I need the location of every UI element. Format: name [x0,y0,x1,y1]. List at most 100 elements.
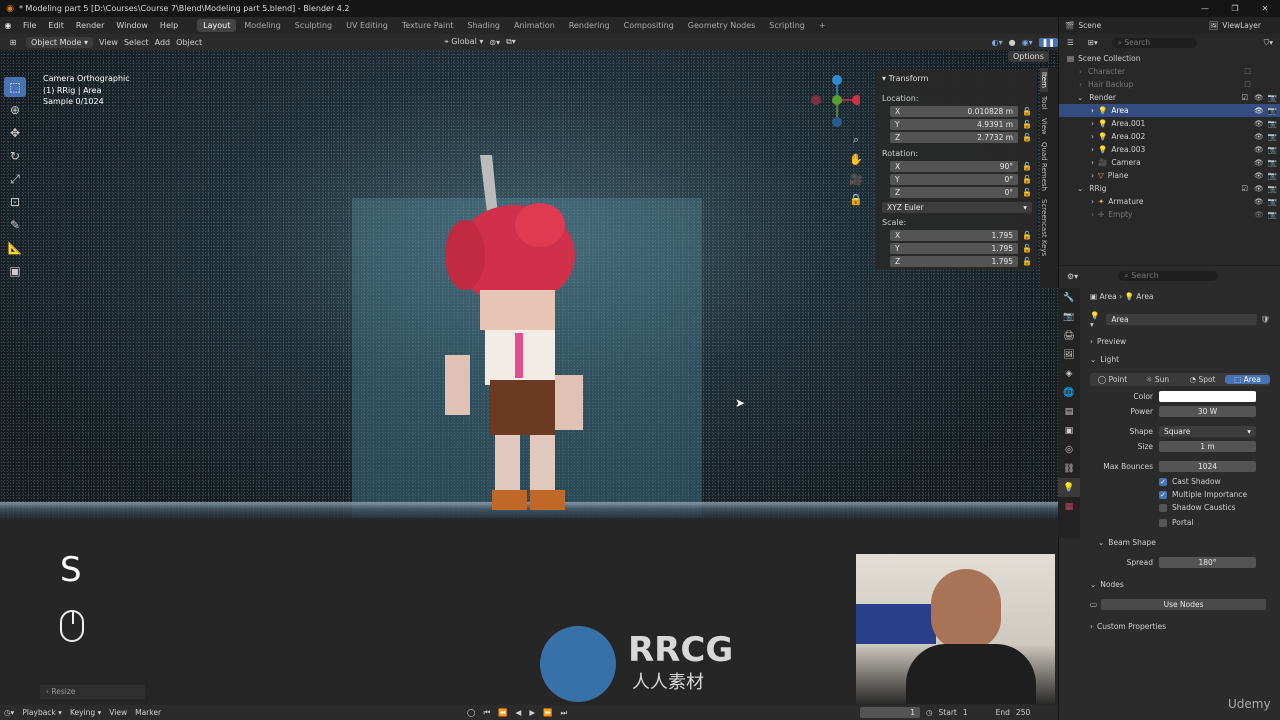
prev-key-icon[interactable]: ⏪ [498,708,507,717]
datablock-field[interactable]: Area [1106,314,1258,325]
camera-icon[interactable]: 📷 [1268,93,1277,102]
measure-tool-icon[interactable]: 📐 [4,238,26,258]
pan-hand-icon[interactable]: ✋ [848,150,864,170]
lock-icon[interactable]: 🔓 [1022,244,1032,253]
lock-icon[interactable]: 🔓 [1022,107,1032,116]
lock-icon[interactable]: 🔓 [1022,188,1032,197]
shading-solid-icon[interactable]: ● [1009,38,1016,47]
lock-icon[interactable]: 🔓 [1022,257,1032,266]
camera-view-icon[interactable]: 🎥 [848,170,864,190]
eye-icon[interactable]: 👁 [1254,93,1264,102]
checkbox-icon[interactable]: ☑ [1241,184,1248,193]
eye-icon[interactable]: 👁 [1254,210,1264,219]
output-tab-icon[interactable]: 🖨 [1058,326,1080,345]
checkbox-icon[interactable]: ✓ [1159,490,1167,499]
tab-sculpting[interactable]: Sculpting [289,19,338,32]
render-tab-icon[interactable]: 📷 [1058,307,1080,326]
menu-edit[interactable]: Edit [43,21,69,30]
rotation-x-field[interactable]: X 90° [890,160,1019,172]
jump-end-icon[interactable]: ⏭ [560,708,567,718]
preview-panel[interactable]: › Preview [1090,335,1270,348]
light-panel[interactable]: ⌄ Light [1090,353,1270,366]
spread-field[interactable]: 180° [1159,557,1256,568]
eye-icon[interactable]: 👁 [1254,171,1264,180]
shading-rendered-icon[interactable]: ◉▾ [1022,38,1033,47]
lock-icon[interactable]: 🔓 [1022,231,1032,240]
beam-shape-panel[interactable]: ⌄ Beam Shape [1098,536,1278,549]
orientation-select[interactable]: ⌖ Global ▾ [444,37,483,47]
outliner-editor-icon[interactable]: ☰ [1067,38,1074,47]
clock-icon[interactable]: ◷▾ [4,708,14,717]
light-type-sun[interactable]: ☼ Sun [1135,375,1180,384]
outliner-row[interactable]: › ▽ Plane 👁 📷 [1059,169,1280,182]
outliner-row[interactable]: ⌄ Render ☑ 👁 📷 [1059,91,1280,104]
eye-icon[interactable]: 👁 [1254,106,1264,115]
outliner-search-input[interactable]: ⌕ Search [1111,37,1197,48]
camera-icon[interactable]: 📷 [1268,119,1277,128]
eye-icon[interactable]: 👁 [1254,158,1264,167]
add-cube-tool-icon[interactable]: ▣ [4,261,26,281]
start-field[interactable]: 1 [963,708,968,717]
neg-x-axis-icon[interactable] [811,95,821,105]
camera-icon[interactable]: 📷 [1268,197,1277,206]
camera-icon[interactable]: 📷 [1268,184,1277,193]
rotation-y-field[interactable]: Y 0° [890,173,1019,185]
camera-icon[interactable]: 📷 [1268,210,1277,219]
lock-icon[interactable]: 🔓 [1022,120,1032,129]
power-field[interactable]: 30 W [1159,406,1256,417]
tab-shading[interactable]: Shading [461,19,506,32]
outliner-row[interactable]: › ✛ Empty 👁 📷 [1059,208,1280,221]
minimize-button[interactable]: — [1190,4,1220,13]
physics-tab-icon[interactable]: ◎ [1058,440,1080,459]
camera-icon[interactable]: 📷 [1268,132,1277,141]
light-type-area[interactable]: ⬚ Area [1225,375,1270,384]
world-tab-icon[interactable]: 🌐 [1058,383,1080,402]
tab-animation[interactable]: Animation [508,19,561,32]
add-menu[interactable]: Add [155,38,171,47]
tab-compositing[interactable]: Compositing [618,19,680,32]
eye-icon[interactable]: 👁 [1254,145,1264,154]
portal-row[interactable]: Portal [1159,516,1280,529]
view-layer-tab-icon[interactable]: 🖼 [1058,345,1080,364]
maximize-button[interactable]: ❐ [1220,4,1250,13]
transform-header[interactable]: ▾ Transform [882,72,1032,84]
playback-menu[interactable]: Playback ▾ [22,708,62,717]
texture-tab-icon[interactable]: ▦ [1058,497,1080,516]
menu-render[interactable]: Render [71,21,109,30]
pivot-icon[interactable]: ⊚▾ [489,38,500,47]
last-operator-panel[interactable]: › Resize [40,685,145,699]
filter-icon[interactable]: ⛉▾ [1264,38,1273,48]
color-swatch[interactable] [1159,391,1256,402]
view-layer-select[interactable]: ViewLayer [1222,21,1261,30]
lock-icon[interactable]: 🔓 [1022,133,1032,142]
add-workspace-button[interactable]: + [813,19,832,32]
overlay-icon[interactable]: ◐▾ [992,38,1003,47]
outliner-row[interactable]: › ✦ Armature 👁 📷 [1059,195,1280,208]
size-field[interactable]: 1 m [1159,441,1256,452]
pause-icon[interactable]: ❚❚ [1038,37,1058,47]
cursor-tool-icon[interactable]: ⊕ [4,100,26,120]
x-axis-icon[interactable] [852,95,860,105]
tab-uv-editing[interactable]: UV Editing [340,19,394,32]
cast-shadow-row[interactable]: ✓ Cast Shadow [1159,475,1280,488]
properties-editor-icon[interactable]: ⚙▾ [1067,272,1078,281]
outliner-row[interactable]: › Character ☐ [1059,65,1280,78]
eye-icon[interactable]: 👁 [1254,184,1264,193]
tab-tool[interactable]: Tool [1040,92,1048,114]
tab-view[interactable]: View [1040,114,1048,139]
transform-tool-icon[interactable]: ⊡ [4,192,26,212]
tab-rendering[interactable]: Rendering [563,19,616,32]
tab-modeling[interactable]: Modeling [238,19,286,32]
shadow-caustics-row[interactable]: Shadow Caustics [1159,501,1280,514]
keying-menu[interactable]: Keying ▾ [70,708,101,717]
rotation-z-field[interactable]: Z 0° [890,186,1019,198]
custom-properties-panel[interactable]: › Custom Properties [1090,620,1270,633]
outliner-row[interactable]: › 🎥 Camera 👁 📷 [1059,156,1280,169]
options-button[interactable]: Options [1008,51,1049,62]
zoom-icon[interactable]: ⌕ [848,130,864,150]
outliner-row[interactable]: ▤ Scene Collection [1059,52,1280,65]
tab-texture-paint[interactable]: Texture Paint [396,19,460,32]
mode-select[interactable]: Object Mode ▾ [26,36,93,48]
camera-icon[interactable]: 📷 [1268,158,1277,167]
menu-file[interactable]: File [18,21,41,30]
